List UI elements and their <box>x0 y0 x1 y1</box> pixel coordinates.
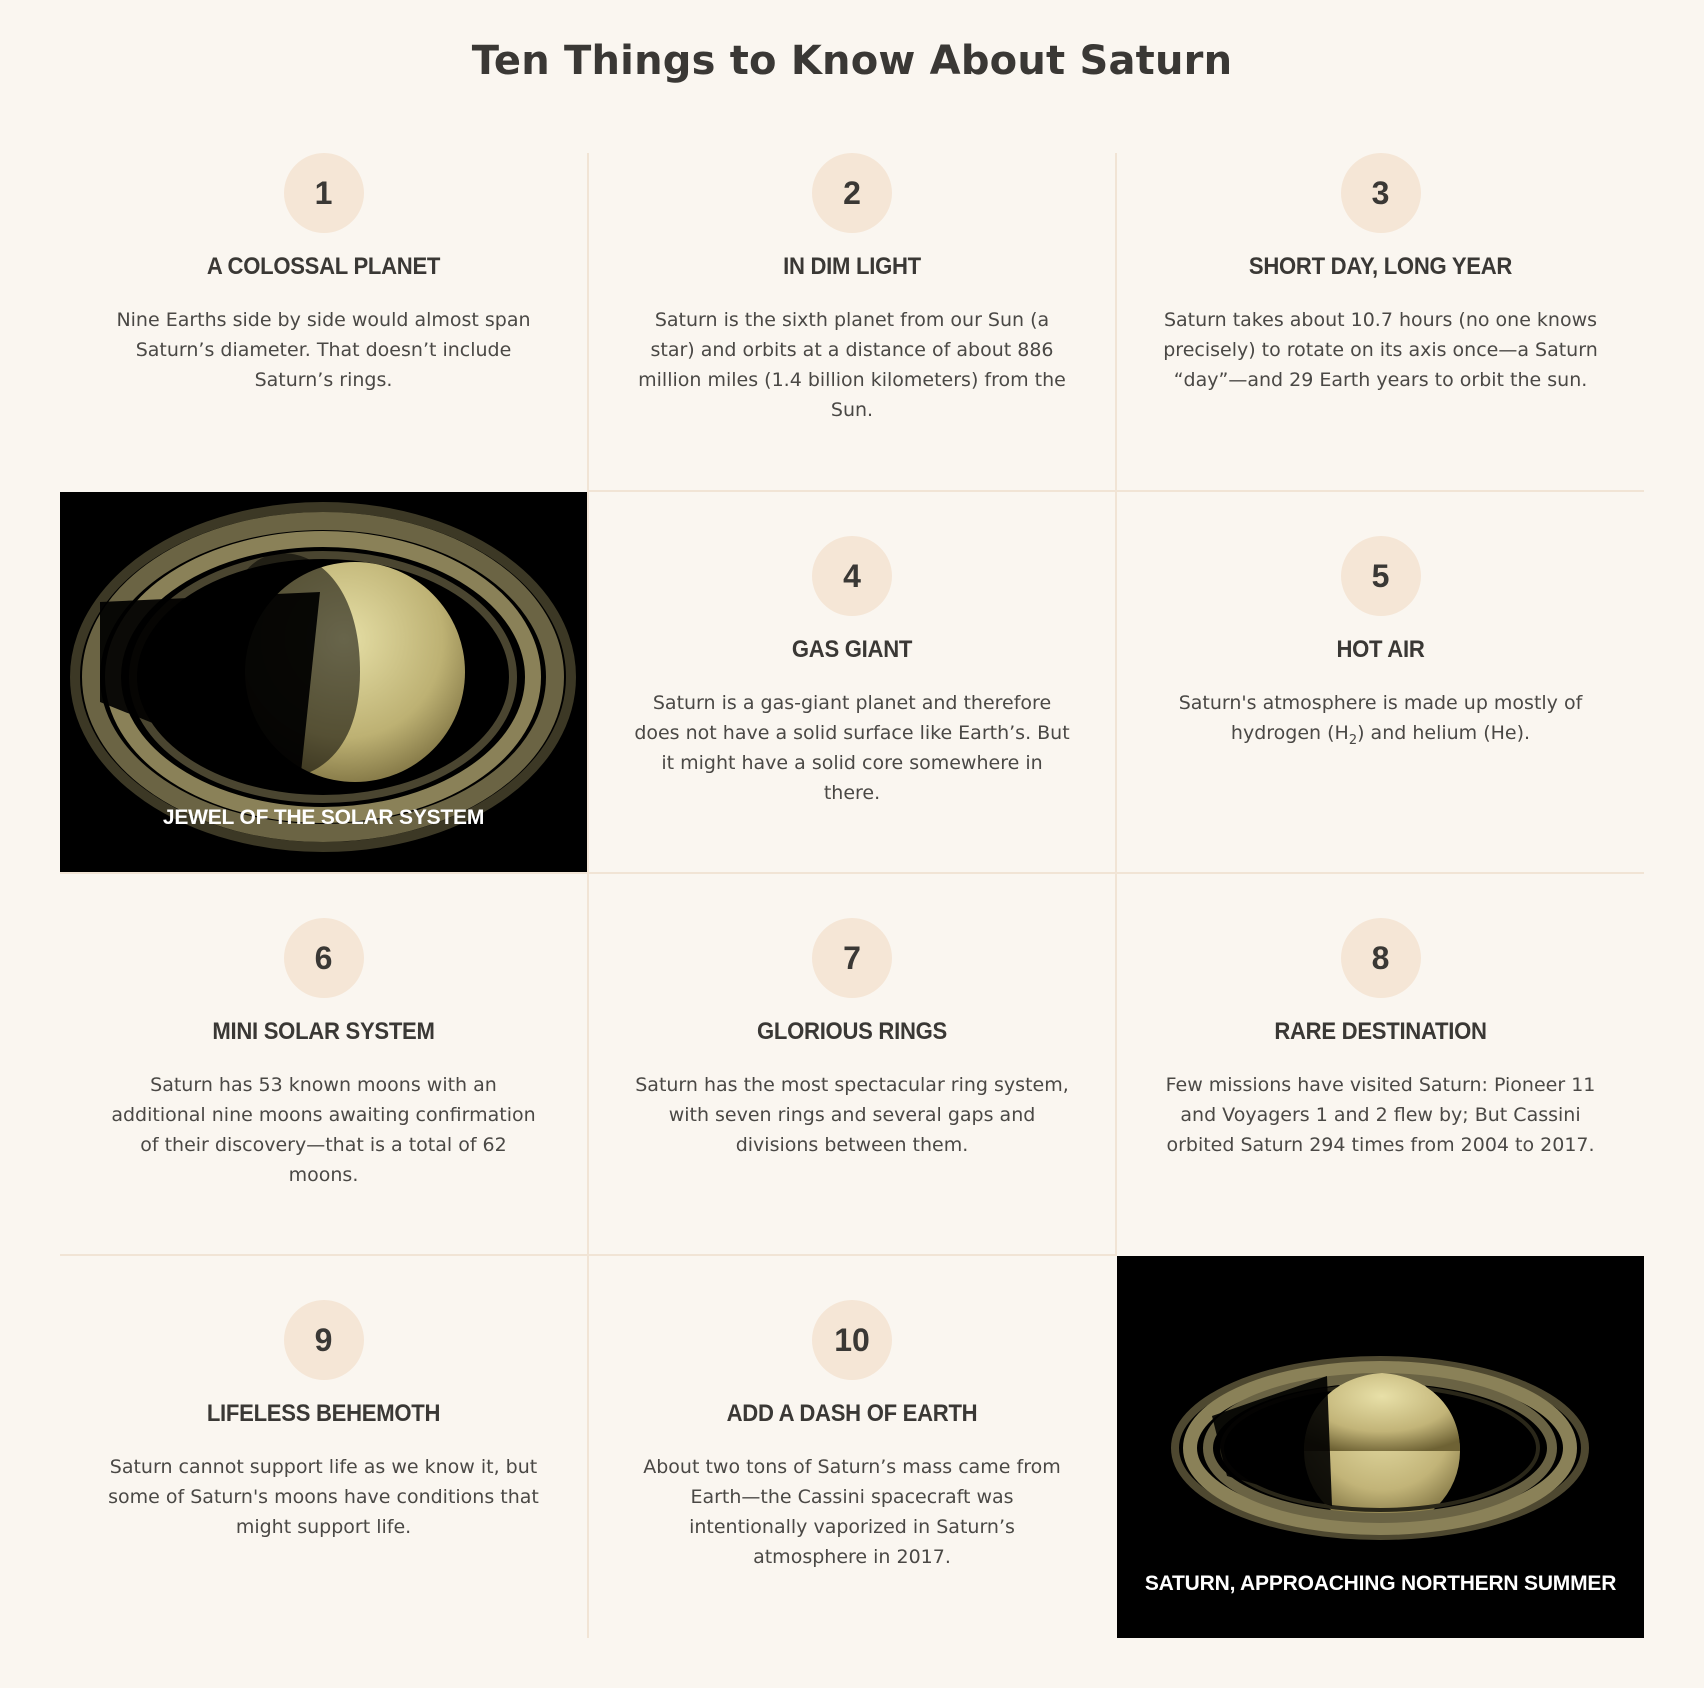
fact-title: MINI SOLAR SYSTEM <box>212 1018 435 1045</box>
fact-card-4: 4 GAS GIANT Saturn is a gas-giant planet… <box>589 492 1115 872</box>
fact-card-1: 1 A COLOSSAL PLANET Nine Earths side by … <box>60 153 587 490</box>
fact-body: Nine Earths side by side would almost sp… <box>116 309 531 391</box>
fact-body: Saturn cannot support life as we know it… <box>108 1456 539 1538</box>
fact-body: Few missions have visited Saturn: Pionee… <box>1165 1074 1596 1156</box>
page-title: Ten Things to Know About Saturn <box>471 38 1233 84</box>
fact-title: GAS GIANT <box>791 636 913 663</box>
fact-body: Saturn takes about 10.7 hours (no one kn… <box>1163 309 1598 391</box>
fact-title: RARE DESTINATION <box>1274 1018 1487 1045</box>
fact-title: A COLOSSAL PLANET <box>206 253 441 280</box>
fact-title: ADD A DASH OF EARTH <box>726 1400 978 1427</box>
fact-number: 2 <box>812 153 892 233</box>
image-caption: SATURN, APPROACHING NORTHERN SUMMER <box>1144 1572 1617 1595</box>
subscript: 2 <box>1348 732 1358 748</box>
facts-grid: 1 A COLOSSAL PLANET Nine Earths side by … <box>60 153 1644 1638</box>
fact-number: 6 <box>283 918 364 998</box>
saturn-image-northern-summer: SATURN, APPROACHING NORTHERN SUMMER <box>1117 1256 1644 1638</box>
fact-number: 9 <box>283 1300 364 1380</box>
fact-card-3: 3 SHORT DAY, LONG YEAR Saturn takes abou… <box>1117 153 1644 490</box>
fact-number: 10 <box>812 1300 892 1380</box>
fact-body: Saturn's atmosphere is made up mostly of… <box>1161 688 1601 756</box>
fact-title: GLORIOUS RINGS <box>757 1018 947 1045</box>
fact-card-6: 6 MINI SOLAR SYSTEM Saturn has 53 known … <box>60 874 587 1254</box>
fact-title: IN DIM LIGHT <box>783 253 921 280</box>
fact-card-2: 2 IN DIM LIGHT Saturn is the sixth plane… <box>589 153 1115 490</box>
fact-number: 3 <box>1340 153 1421 233</box>
fact-number: 5 <box>1340 536 1421 616</box>
fact-body: About two tons of Saturn’s mass came fro… <box>643 1456 1061 1568</box>
fact-title: LIFELESS BEHEMOTH <box>206 1400 441 1427</box>
fact-body: Saturn has 53 known moons with an additi… <box>111 1074 536 1186</box>
fact-card-7: 7 GLORIOUS RINGS Saturn has the most spe… <box>589 874 1115 1254</box>
fact-title: HOT AIR <box>1336 636 1425 663</box>
fact-card-10: 10 ADD A DASH OF EARTH About two tons of… <box>589 1256 1115 1638</box>
fact-number: 7 <box>812 918 892 998</box>
fact-number: 4 <box>812 536 892 616</box>
fact-card-5: 5 HOT AIR Saturn's atmosphere is made up… <box>1117 492 1644 872</box>
fact-number: 8 <box>1340 918 1421 998</box>
fact-card-8: 8 RARE DESTINATION Few missions have vis… <box>1117 874 1644 1254</box>
image-caption: JEWEL OF THE SOLAR SYSTEM <box>162 806 485 829</box>
fact-body: Saturn is the sixth planet from our Sun … <box>638 309 1066 421</box>
fact-number: 1 <box>283 153 364 233</box>
fact-title: SHORT DAY, LONG YEAR <box>1248 253 1513 280</box>
fact-card-9: 9 LIFELESS BEHEMOTH Saturn cannot suppor… <box>60 1256 587 1638</box>
fact-body: Saturn has the most spectacular ring sys… <box>635 1074 1069 1156</box>
saturn-image-jewel: JEWEL OF THE SOLAR SYSTEM <box>60 492 587 872</box>
fact-body-text: ) and helium (He). <box>1357 722 1531 744</box>
fact-body: Saturn is a gas-giant planet and therefo… <box>634 692 1070 804</box>
